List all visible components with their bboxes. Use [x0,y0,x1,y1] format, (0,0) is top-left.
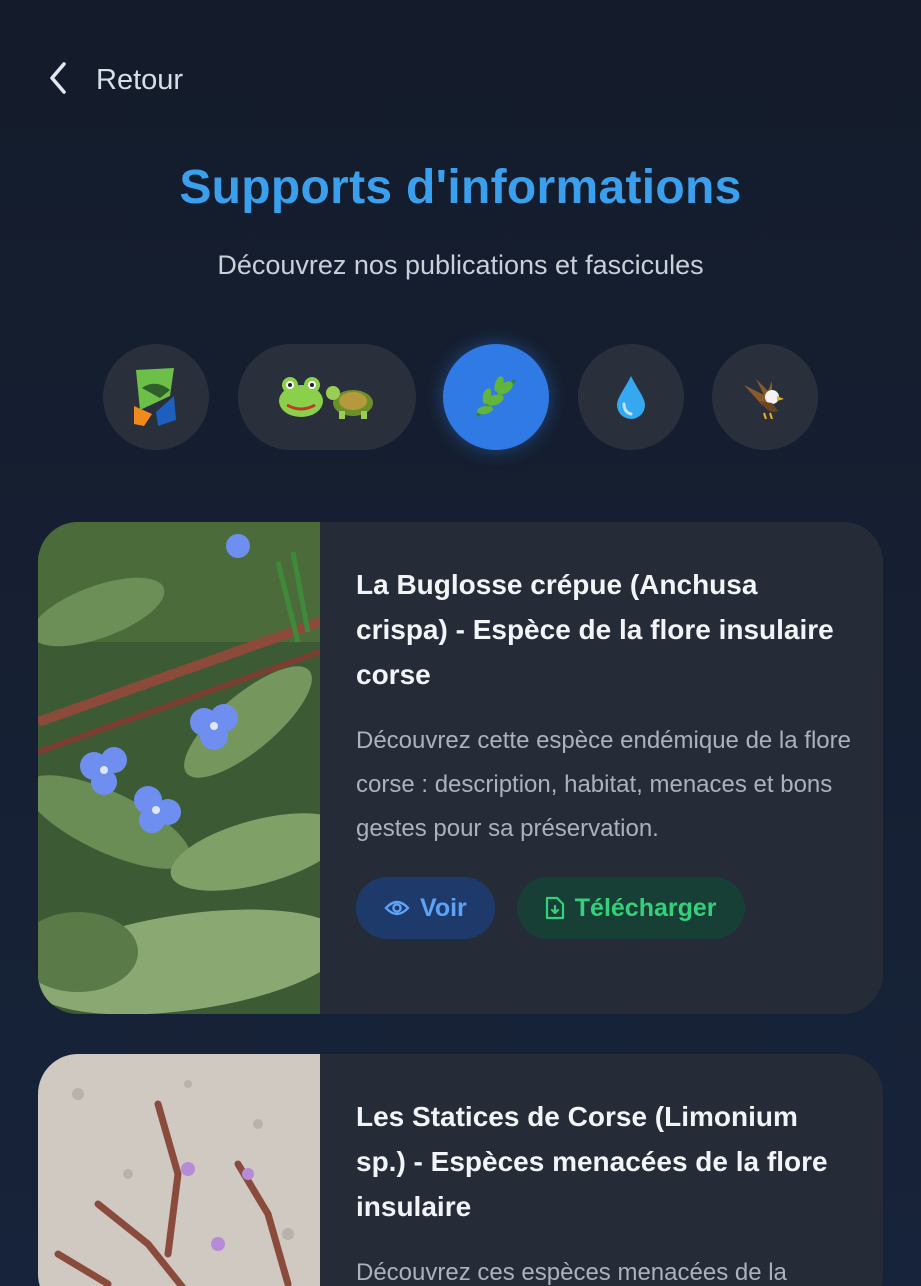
leaf-icon [471,374,521,420]
file-download-icon [545,896,565,920]
filter-chip-flora[interactable] [443,344,549,450]
view-button[interactable]: Voir [356,877,495,939]
filter-chip-amphibians-reptiles[interactable] [238,344,416,450]
eagle-icon [742,375,788,419]
back-label: Retour [96,64,184,96]
card-title: Les Statices de Corse (Limonium sp.) - E… [356,1101,828,1222]
download-button[interactable]: Télécharger [516,877,745,939]
eye-icon [384,898,410,918]
view-button-label: Voir [420,893,467,922]
publication-card: Les Statices de Corse (Limonium sp.) - E… [38,1054,883,1286]
card-title: La Buglosse crépue (Anchusa crispa) - Es… [356,569,834,690]
publication-thumbnail [38,1054,320,1286]
frog-turtle-icon [277,373,377,421]
filter-chip-conservatory[interactable] [103,344,209,450]
card-description: Découvrez ces espèces menacées de la [356,1259,787,1286]
back-button[interactable]: Retour [44,58,183,103]
card-content: Les Statices de Corse (Limonium sp.) - E… [356,1094,851,1286]
filter-chip-birds[interactable] [712,344,818,450]
download-button-label: Télécharger [574,893,717,922]
publication-card: La Buglosse crépue (Anchusa crispa) - Es… [38,522,883,1014]
water-drop-icon [614,374,648,420]
card-actions: Voir Télécharger [356,877,851,939]
conservatory-logo-icon [130,366,182,428]
limonium-photo [38,1054,320,1286]
chevron-left-icon [44,58,74,103]
category-filter-bar [0,344,921,450]
anchusa-crispa-photo [38,522,320,1014]
card-description: Découvrez cette espèce endémique de la f… [356,727,851,842]
page-subtitle: Découvrez nos publications et fascicules [217,250,704,280]
publications-page: Retour Supports d'informations Découvrez… [0,0,921,1286]
page-title: Supports d'informations [179,161,742,214]
card-content: La Buglosse crépue (Anchusa crispa) - Es… [356,562,851,939]
filter-chip-water[interactable] [578,344,684,450]
publication-thumbnail [38,522,320,1014]
